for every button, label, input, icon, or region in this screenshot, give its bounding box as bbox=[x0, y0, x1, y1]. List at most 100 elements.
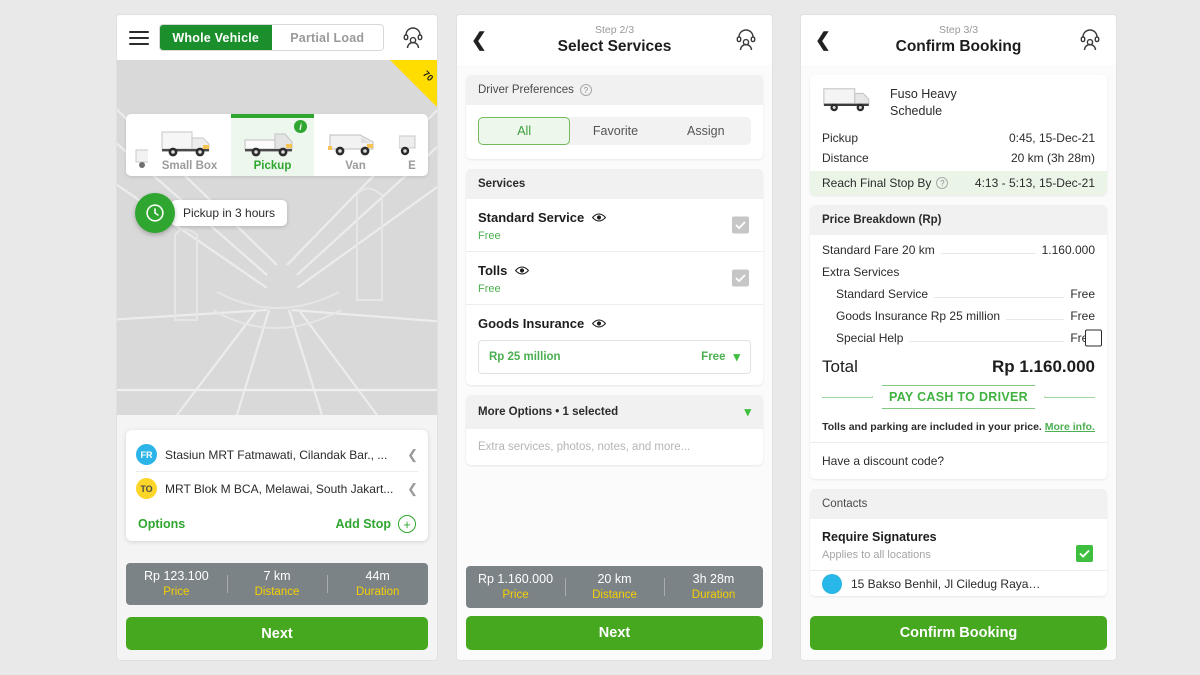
confirm-booking-button[interactable]: Confirm Booking bbox=[810, 616, 1107, 650]
more-options-card: More Options • 1 selected ▾ Extra servic… bbox=[466, 395, 763, 465]
discount-code-row[interactable]: Have a discount code? bbox=[810, 329, 1107, 479]
pay-cash-badge[interactable]: PAY CASH TO DRIVER bbox=[872, 385, 1045, 409]
summary-label: Distance bbox=[592, 588, 637, 601]
chevron-down-icon[interactable]: ▾ bbox=[744, 404, 751, 420]
address-row-to[interactable]: TO MRT Blok M BCA, Melawai, South Jakart… bbox=[136, 471, 418, 505]
vehicle-option-next[interactable]: E bbox=[397, 114, 427, 176]
page-title: Select Services bbox=[557, 38, 672, 56]
small-box-truck-icon bbox=[159, 126, 221, 160]
vehicle-label: Van bbox=[345, 160, 366, 172]
clock-icon[interactable] bbox=[135, 193, 175, 233]
vehicle-option-small-box[interactable]: Small Box bbox=[148, 114, 231, 176]
from-badge: FR bbox=[136, 444, 157, 465]
goods-insurance-select[interactable]: Rp 25 million Free ▾ bbox=[478, 340, 751, 374]
tab-favorite[interactable]: Favorite bbox=[570, 117, 660, 145]
tab-partial-load[interactable]: Partial Load bbox=[271, 25, 383, 50]
summary-price: Rp 1.160.000 Price bbox=[466, 572, 565, 602]
plus-icon: + bbox=[398, 515, 416, 533]
service-checkbox[interactable] bbox=[732, 269, 749, 287]
summary-label: Duration bbox=[691, 588, 736, 601]
services-header: Services bbox=[466, 169, 763, 199]
price-breakdown-card: Price Breakdown (Rp) Standard Fare 20 km… bbox=[810, 205, 1107, 479]
more-info-link[interactable]: More info. bbox=[1045, 421, 1095, 433]
hamburger-icon[interactable] bbox=[129, 30, 149, 45]
require-signatures-row[interactable]: Require Signatures Applies to all locati… bbox=[810, 519, 1107, 570]
eye-icon[interactable] bbox=[592, 318, 607, 329]
next-button[interactable]: Next bbox=[466, 616, 763, 650]
options-button[interactable]: Options bbox=[138, 517, 185, 531]
pickup-time-label[interactable]: Pickup in 3 hours bbox=[171, 200, 288, 226]
van-icon bbox=[325, 126, 387, 160]
support-agent-icon[interactable] bbox=[1078, 28, 1102, 52]
vehicle-row: Fuso Heavy Schedule bbox=[822, 85, 1095, 128]
chevron-left-icon[interactable]: ❮ bbox=[407, 481, 418, 497]
panel-select-services: ❮ Step 2/3 Select Services Driver Prefer… bbox=[457, 15, 772, 660]
address-card: FR Stasiun MRT Fatmawati, Cilandak Bar.,… bbox=[126, 430, 428, 541]
driver-preferences-card: Driver Preferences ? All Favorite Assign bbox=[466, 75, 763, 159]
truck-icon bbox=[399, 126, 425, 160]
vehicle-option-van[interactable]: Van bbox=[314, 114, 397, 176]
vehicle-option-prev[interactable] bbox=[126, 114, 148, 176]
detail-row-final-stop: Reach Final Stop By ? 4:13 - 5:13, 15-De… bbox=[810, 171, 1107, 195]
add-stop-button[interactable]: Add Stop + bbox=[335, 515, 416, 533]
next-button[interactable]: Next bbox=[126, 617, 428, 650]
discount-code-checkbox[interactable] bbox=[1085, 329, 1102, 346]
load-type-toggle[interactable]: Whole Vehicle Partial Load bbox=[159, 24, 384, 51]
detail-row-pickup: Pickup 0:45, 15-Dec-21 bbox=[810, 128, 1107, 148]
pickup-truck-icon bbox=[242, 126, 304, 160]
tab-whole-vehicle[interactable]: Whole Vehicle bbox=[160, 25, 272, 50]
require-signatures-checkbox[interactable] bbox=[1076, 545, 1093, 562]
panel1-footer: Rp 123.100 Price 7 km Distance 44m Durat… bbox=[117, 563, 437, 650]
detail-key: Pickup bbox=[822, 131, 859, 145]
tab-assign[interactable]: Assign bbox=[661, 117, 751, 145]
support-agent-icon[interactable] bbox=[734, 28, 758, 52]
vehicle-option-pickup[interactable]: i Pickup bbox=[231, 114, 314, 176]
service-checkbox[interactable] bbox=[732, 216, 749, 234]
summary-duration: 44m Duration bbox=[327, 569, 428, 599]
service-row-goods-insurance[interactable]: Goods Insurance Rp 25 million Free ▾ bbox=[466, 305, 763, 385]
require-signatures-sublabel: Applies to all locations bbox=[822, 549, 931, 561]
service-row-standard[interactable]: Standard Service Free bbox=[466, 199, 763, 252]
detail-value: 20 km (3h 28m) bbox=[1010, 151, 1095, 165]
services-card: Services Standard Service Free Tolls Fre… bbox=[466, 169, 763, 385]
summary-value: 44m bbox=[365, 569, 390, 583]
summary-label: Distance bbox=[254, 585, 300, 598]
map-background[interactable]: Small Box i Pickup Van E 70 Pickup in 3 … bbox=[117, 60, 437, 415]
summary-value: Rp 1.160.000 bbox=[477, 572, 554, 586]
more-options-placeholder[interactable]: Extra services, photos, notes, and more.… bbox=[466, 429, 763, 465]
support-agent-icon[interactable] bbox=[401, 26, 425, 50]
back-chevron-icon[interactable]: ❮ bbox=[471, 31, 487, 50]
eye-icon[interactable] bbox=[592, 212, 607, 223]
help-icon[interactable]: ? bbox=[579, 84, 592, 96]
tab-all[interactable]: All bbox=[478, 117, 571, 145]
price-row: Goods Insurance Rp 25 million Free bbox=[810, 305, 1107, 327]
help-icon[interactable]: ? bbox=[936, 177, 949, 189]
service-row-tolls[interactable]: Tolls Free bbox=[466, 252, 763, 305]
goods-insurance-price: Free bbox=[701, 351, 726, 363]
driver-preference-tabs[interactable]: All Favorite Assign bbox=[478, 117, 751, 145]
service-title-row: Goods Insurance bbox=[478, 316, 751, 331]
detail-value: 4:13 - 5:13, 15-Dec-21 bbox=[974, 176, 1095, 190]
vehicle-type-carousel[interactable]: Small Box i Pickup Van E bbox=[126, 114, 428, 176]
vehicle-label: E bbox=[408, 160, 416, 172]
chevron-down-icon[interactable]: ▾ bbox=[733, 349, 740, 365]
eye-icon[interactable] bbox=[515, 265, 530, 276]
contact-list-item[interactable]: 15 Bakso Benhil, Jl Ciledug Raya… bbox=[810, 570, 1107, 596]
info-icon[interactable]: i bbox=[294, 120, 307, 133]
address-row-from[interactable]: FR Stasiun MRT Fatmawati, Cilandak Bar.,… bbox=[136, 438, 418, 471]
panel2-footer: Rp 1.160.000 Price 20 km Distance 3h 28m… bbox=[457, 566, 772, 650]
back-chevron-icon[interactable]: ❮ bbox=[815, 31, 831, 50]
payment-method-row[interactable]: PAY CASH TO DRIVER bbox=[810, 381, 1107, 419]
panel2-title-block: Step 2/3 Select Services bbox=[457, 23, 772, 57]
chevron-left-icon[interactable]: ❮ bbox=[407, 447, 418, 463]
panel2-body: Driver Preferences ? All Favorite Assign… bbox=[457, 65, 772, 465]
pickup-time-widget: Pickup in 3 hours bbox=[135, 193, 288, 233]
step-indicator: Step 2/3 bbox=[594, 24, 635, 37]
panel2-header: ❮ Step 2/3 Select Services bbox=[457, 15, 772, 65]
service-title-row: Standard Service bbox=[478, 210, 751, 225]
summary-label: Price bbox=[502, 588, 529, 601]
require-signatures-label: Require Signatures bbox=[822, 530, 937, 544]
more-options-header[interactable]: More Options • 1 selected ▾ bbox=[466, 395, 763, 429]
